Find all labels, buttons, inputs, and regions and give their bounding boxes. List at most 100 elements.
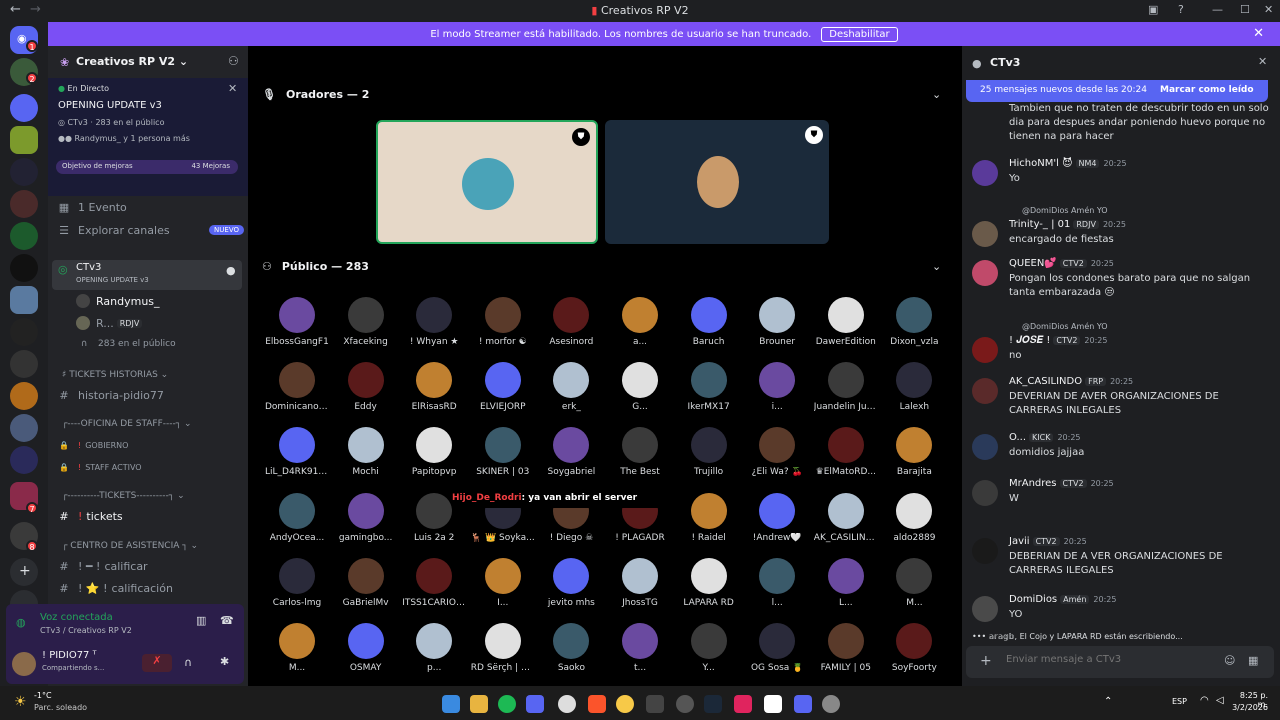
audience-member[interactable]: LiL_D4RK914 ... [265,427,329,477]
audience-member[interactable]: Barajita [882,427,946,477]
avatar[interactable] [972,434,998,460]
audience-member[interactable]: DawerEdition [814,297,878,347]
disconnect-icon[interactable]: ☎ [220,614,234,627]
avatar[interactable] [972,337,998,363]
add-server-icon[interactable]: + [10,558,38,586]
avatar[interactable] [12,652,36,676]
audience-header[interactable]: ⚇ Público — 283 [262,260,369,273]
app-icon[interactable] [616,695,634,713]
channel-calificar[interactable]: #! ━ ! calificar [56,555,244,577]
explore-channels-link[interactable]: ☰ Explorar canales NUEVO [56,219,244,241]
audience-member[interactable]: aldo2889 [882,492,946,543]
chevron-down-icon[interactable]: ⌄ [932,260,941,273]
new-messages-bar[interactable]: 25 mensajes nuevos desde las 20:24 Marca… [966,80,1268,102]
server-icon[interactable] [10,158,38,186]
maximize-button[interactable]: ☐ [1240,3,1250,16]
audience-member[interactable]: SoyFoorty [882,623,946,673]
audience-member[interactable]: ELVIEJORP [471,362,535,412]
message-author[interactable]: MrAndres [1009,478,1057,489]
reply-preview[interactable]: @DomiDios Amén YO [1022,206,1108,215]
soundboard-icon[interactable]: ▥ [196,614,206,627]
server-icon[interactable] [10,318,38,346]
audience-member[interactable]: jevito mhs [539,557,603,608]
channel-staff-activo[interactable]: 🔒! STAFF ACTIVO [56,456,244,478]
server-icon[interactable] [10,126,38,154]
audience-member[interactable]: ♛ElMatoRD... [814,427,878,477]
start-icon[interactable] [442,695,460,713]
audience-member[interactable]: LAPARA RD [677,557,741,608]
category-staff[interactable]: ┌----OFICINA DE STAFF----┐ ⌄ [62,419,192,429]
settings-gear-icon[interactable]: ✱ [220,655,229,668]
message-author[interactable]: Javii [1009,536,1030,547]
server-name[interactable]: Creativos RP V2 ⌄ [76,55,188,68]
server-icon[interactable] [10,94,38,122]
audience-member[interactable]: Saoko [539,623,603,673]
language-indicator[interactable]: ESP [1172,697,1187,706]
audience-member[interactable]: t... [608,623,672,673]
message-composer[interactable]: + ☺ ▦ [966,646,1274,678]
audience-member[interactable]: ! Whyan ★ [402,297,466,347]
audience-member[interactable]: Trujillo [677,427,741,477]
audience-member[interactable]: G... [608,362,672,412]
audience-member[interactable]: ¿Eli Wa? 🍒 [745,427,809,477]
message-author[interactable]: DomiDios [1009,594,1057,605]
steam-icon[interactable] [704,695,722,713]
channel-calificacion[interactable]: #! ⭐ ! calificación [56,577,244,599]
audience-member[interactable]: Eddy [334,362,398,412]
spotify-icon[interactable] [498,695,516,713]
app-icon[interactable] [558,695,576,713]
audience-member[interactable]: Mochi [334,427,398,477]
audience-member[interactable]: a... [608,297,672,347]
audience-member[interactable]: AK_CASILINDO [814,492,878,543]
discord-icon[interactable] [794,695,812,713]
chevron-down-icon[interactable]: ⌄ [932,88,941,101]
avatar[interactable] [972,538,998,564]
channel-tickets[interactable]: #! tickets [56,505,244,527]
message-author[interactable]: HichoNM'l 😈 [1009,158,1073,169]
audience-member[interactable]: Carlos-lmg [265,557,329,608]
settings-gear-icon[interactable] [822,695,840,713]
emoji-icon[interactable]: ☺ [1224,654,1235,667]
audience-member[interactable]: OSMAY [334,623,398,673]
server-icon[interactable] [10,222,38,250]
chevron-up-icon[interactable]: ⌃ [1104,696,1112,707]
category-tickets-historias[interactable]: ♯ TICKETS HISTORIAS ⌄ [62,370,168,380]
channel-historia[interactable]: # historia-pidio77 [56,384,244,406]
stage-member[interactable]: Randymus_ [76,290,236,312]
audience-member[interactable]: ElRisasRD [402,362,466,412]
minimize-button[interactable]: — [1212,3,1223,16]
audience-member[interactable]: RD Šërçh | 20 ... [471,623,535,673]
message-author[interactable]: Trinity-_ | 01 [1009,219,1070,230]
wifi-icon[interactable]: ◠ [1200,695,1209,706]
server-icon[interactable] [10,382,38,410]
message-author[interactable]: QUEEN💕 [1009,258,1057,269]
mute-icon[interactable]: ✗ [142,654,172,672]
audience-member[interactable]: gamingbo... [334,492,398,543]
category-tickets[interactable]: ┌----------TICKETS----------┐ ⌄ [62,491,185,501]
audience-member[interactable]: M... [882,557,946,608]
brave-icon[interactable] [588,695,606,713]
voice-location[interactable]: CTv3 / Creativos RP V2 [40,626,132,635]
live-event-card[interactable]: ● En Directo ✕ OPENING UPDATE v3 ◎ CTv3 … [48,78,248,196]
audience-member[interactable]: ! Raidel [677,492,741,543]
avatar[interactable] [972,378,998,404]
audience-member[interactable]: JhossTG [608,557,672,608]
speaker-tile[interactable]: ⛊ [376,120,598,244]
audience-member[interactable]: IkerMX17 [677,362,741,412]
server-icon[interactable] [10,414,38,442]
volume-icon[interactable]: ◁ [1216,695,1224,706]
audience-member[interactable]: GaBrielMv [334,557,398,608]
audience-member[interactable]: erk_ [539,362,603,412]
clock-date[interactable]: 3/2/2026 [1228,703,1268,712]
audience-member[interactable]: Asesinord [539,297,603,347]
close-icon[interactable]: ✕ [1253,26,1264,41]
app-icon[interactable] [646,695,664,713]
add-member-icon[interactable]: ⚇ [228,54,239,68]
category-asistencia[interactable]: ┌ CENTRO DE ASISTENCIA ┐ ⌄ [62,541,198,551]
chat-icon[interactable]: ● [226,264,236,277]
disable-streamer-button[interactable]: Deshabilitar [821,26,898,42]
audience-member[interactable]: Brouner [745,297,809,347]
weather-temp[interactable]: -1°C [34,691,52,700]
avatar[interactable] [972,160,998,186]
speakers-header[interactable]: 🎙 Oradores — 2 [262,88,369,101]
